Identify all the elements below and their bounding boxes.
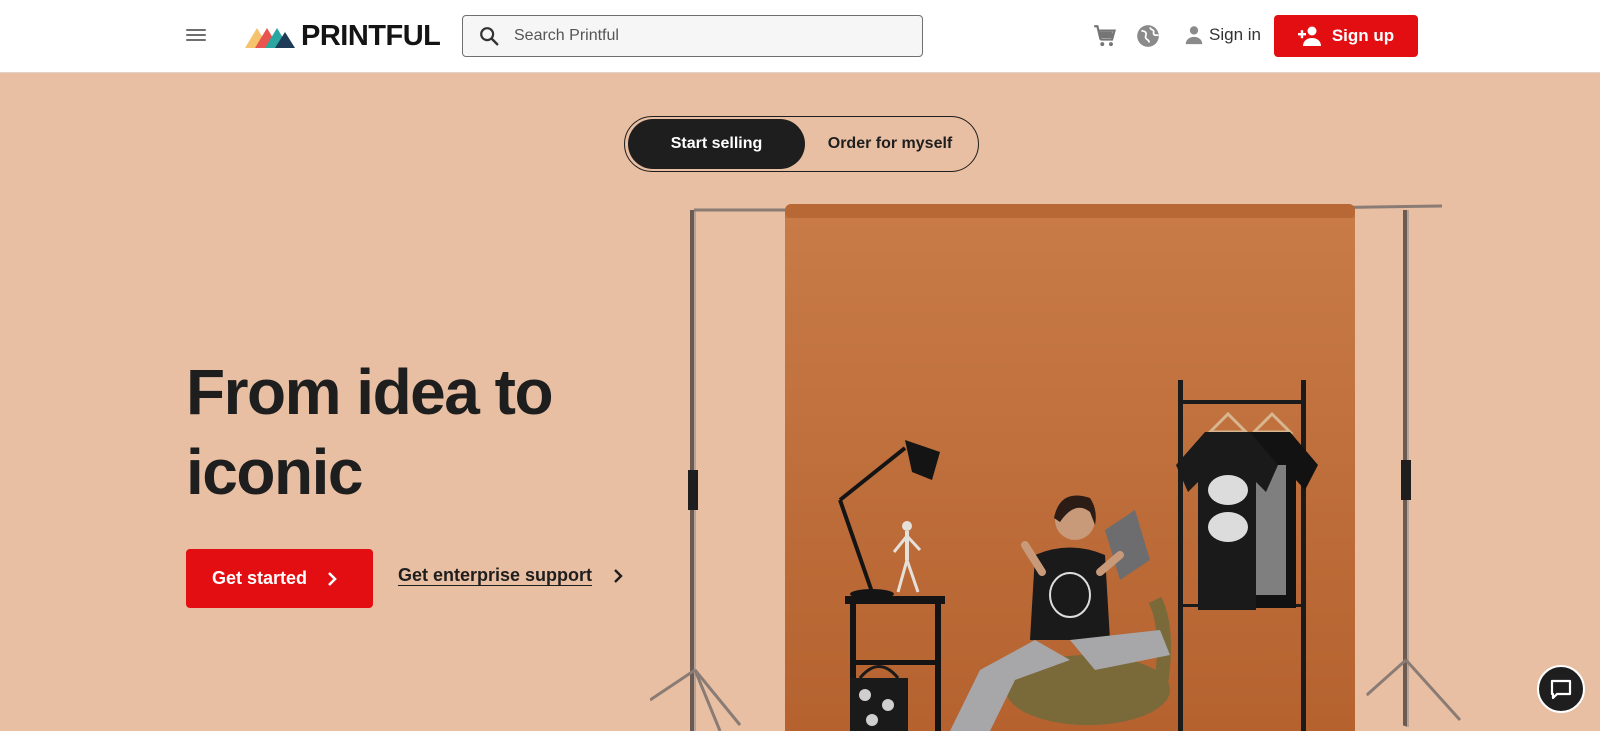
get-started-button[interactable]: Get started bbox=[186, 549, 373, 608]
hero-title-line-1: From idea to bbox=[186, 356, 554, 428]
get-started-label: Get started bbox=[212, 568, 308, 588]
chevron-right-icon bbox=[614, 568, 623, 583]
chat-button[interactable] bbox=[1537, 665, 1585, 713]
chevron-right-icon bbox=[328, 571, 337, 586]
sign-in-link[interactable]: Sign in bbox=[1183, 24, 1261, 46]
site-header: PRINTFUL Sign in Sign up bbox=[0, 0, 1600, 73]
globe-icon[interactable] bbox=[1135, 23, 1161, 49]
tab-start-selling[interactable]: Start selling bbox=[628, 119, 805, 169]
sign-up-label: Sign up bbox=[1331, 26, 1395, 45]
tab-order-for-myself[interactable]: Order for myself bbox=[805, 119, 975, 169]
logo-mark-icon bbox=[245, 28, 295, 48]
user-icon bbox=[1185, 26, 1203, 45]
audience-toggle: Start selling Order for myself bbox=[624, 116, 979, 172]
printful-logo[interactable]: PRINTFUL bbox=[245, 19, 441, 52]
search-icon[interactable] bbox=[478, 25, 500, 47]
search-input[interactable] bbox=[514, 27, 894, 45]
menu-icon[interactable] bbox=[186, 26, 210, 46]
search-bar[interactable] bbox=[462, 15, 923, 57]
cart-icon[interactable] bbox=[1092, 23, 1118, 49]
sign-in-label: Sign in bbox=[1209, 25, 1261, 44]
enterprise-support-label: Get enterprise support bbox=[398, 565, 593, 585]
hero-title: From idea to iconic bbox=[186, 352, 706, 512]
sign-up-button[interactable]: Sign up bbox=[1274, 15, 1418, 57]
enterprise-support-link[interactable]: Get enterprise support bbox=[398, 565, 624, 586]
hero-title-line-2: iconic bbox=[186, 436, 363, 508]
add-user-icon bbox=[1297, 26, 1321, 46]
brand-name: PRINTFUL bbox=[301, 19, 441, 52]
chat-icon bbox=[1550, 679, 1572, 700]
hero-photo bbox=[650, 204, 1462, 731]
